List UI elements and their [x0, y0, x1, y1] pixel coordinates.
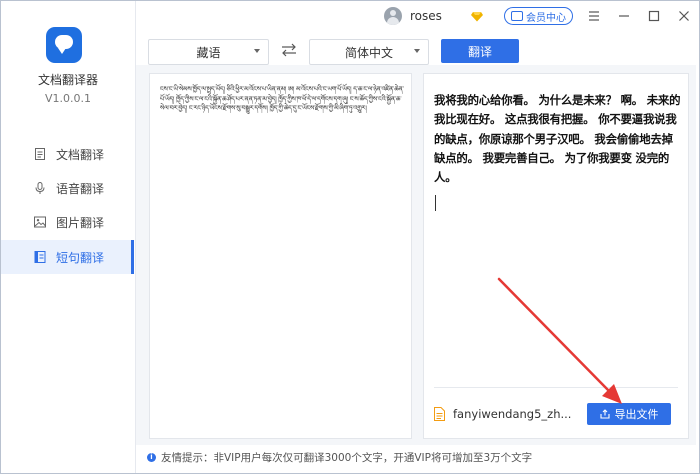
footer-tip: i 友情提示：非VIP用户每次仅可翻译3000个文字，开通VIP将可增加至3万个…	[147, 450, 532, 465]
sidebar: 文档翻译器 V1.0.0.1 文档翻译 语音翻译 图片翻译 短句翻译	[1, 1, 136, 473]
sidebar-item-label: 语音翻译	[56, 181, 105, 196]
output-text[interactable]: 我将我的心给你看。 为什么是未来？ 啊。 未来的我比现在好。 这点我很有把握。 …	[434, 91, 682, 187]
sidebar-item-voice[interactable]: 语音翻译	[1, 171, 134, 205]
source-language-select[interactable]: 藏语	[148, 39, 269, 65]
chevron-down-icon	[254, 49, 260, 53]
sidebar-item-image[interactable]: 图片翻译	[1, 205, 134, 239]
menu-icon[interactable]	[585, 7, 603, 25]
app-window: 文档翻译器 V1.0.0.1 文档翻译 语音翻译 图片翻译 短句翻译 roses…	[0, 0, 700, 474]
info-icon: i	[147, 453, 156, 462]
text-icon	[33, 250, 47, 264]
close-icon[interactable]	[675, 7, 693, 25]
app-logo	[46, 27, 82, 63]
swap-languages-icon[interactable]	[281, 43, 297, 57]
sidebar-item-label: 图片翻译	[56, 215, 105, 230]
export-icon	[599, 409, 610, 419]
output-file[interactable]: fanyiwendang5_zh...	[434, 404, 571, 424]
sidebar-item-sentence[interactable]: 短句翻译	[1, 240, 134, 274]
vip-center-label: 会员中心	[526, 12, 566, 24]
maximize-icon[interactable]	[645, 7, 663, 25]
document-icon	[33, 147, 47, 161]
export-file-label: 导出文件	[614, 408, 659, 421]
minimize-icon[interactable]	[615, 7, 633, 25]
diamond-icon[interactable]	[470, 9, 484, 23]
app-name: 文档翻译器	[37, 73, 98, 87]
sidebar-item-label: 文档翻译	[56, 147, 105, 162]
export-file-button[interactable]: 导出文件	[587, 403, 671, 425]
source-text[interactable]: ངས་ང་ཡི་སེམས་ཁྱོད་ལ་སྤྲད་ཡོད། ཅིའི་ཕྱིར་…	[160, 85, 405, 114]
text-cursor	[435, 195, 436, 211]
source-language-value: 藏语	[196, 45, 221, 60]
vip-icon	[511, 11, 523, 21]
chat-bubble-icon	[55, 35, 73, 54]
vip-center-button[interactable]: 会员中心	[504, 7, 573, 25]
translate-button[interactable]: 翻译	[441, 39, 519, 63]
chevron-down-icon	[414, 49, 420, 53]
target-language-select[interactable]: 简体中文	[309, 39, 429, 65]
header-bar: roses 会员中心	[384, 5, 693, 27]
microphone-icon	[33, 181, 47, 195]
username: roses	[410, 9, 442, 23]
file-icon	[434, 407, 445, 421]
sidebar-item-document[interactable]: 文档翻译	[1, 137, 134, 171]
app-version: V1.0.0.1	[44, 92, 91, 105]
image-icon	[33, 215, 47, 229]
source-text-panel[interactable]: ངས་ང་ཡི་སེམས་ཁྱོད་ལ་སྤྲད་ཡོད། ཅིའི་ཕྱིར་…	[149, 73, 412, 439]
footer-tip-text: 友情提示：非VIP用户每次仅可翻译3000个文字，开通VIP将可增加至3万个文字	[161, 452, 533, 464]
file-name: fanyiwendang5_zh...	[453, 407, 572, 421]
avatar[interactable]	[384, 7, 402, 25]
divider	[434, 387, 678, 388]
output-text-panel[interactable]: 我将我的心给你看。 为什么是未来？ 啊。 未来的我比现在好。 这点我很有把握。 …	[423, 73, 689, 439]
sidebar-item-label: 短句翻译	[56, 250, 105, 265]
target-language-value: 简体中文	[344, 45, 393, 60]
